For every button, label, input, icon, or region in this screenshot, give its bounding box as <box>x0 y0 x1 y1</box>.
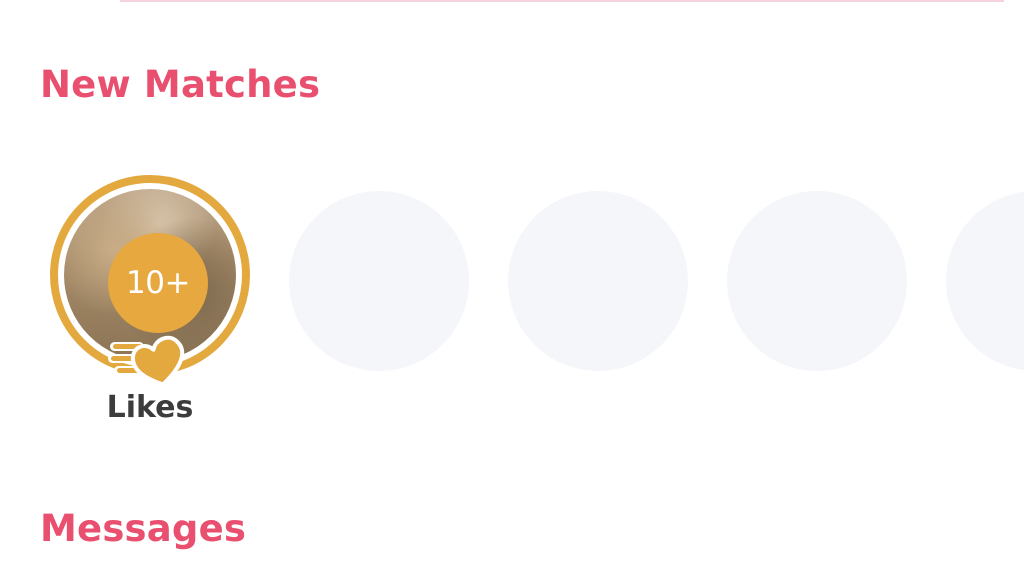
likes-tile[interactable]: 10+ Likes <box>50 175 250 435</box>
top-divider <box>120 0 1004 2</box>
match-placeholder-3[interactable] <box>727 191 907 371</box>
heart-speed-icon <box>108 335 185 387</box>
match-placeholder-2[interactable] <box>508 191 688 371</box>
messages-heading: Messages <box>40 507 247 550</box>
new-matches-heading: New Matches <box>40 63 321 106</box>
match-placeholder-1[interactable] <box>289 191 469 371</box>
matches-screen: New Matches 10+ Likes Messages <box>0 0 1024 567</box>
match-placeholder-4[interactable] <box>946 191 1024 371</box>
likes-label: Likes <box>106 390 194 425</box>
likes-count-badge: 10+ <box>108 233 208 333</box>
